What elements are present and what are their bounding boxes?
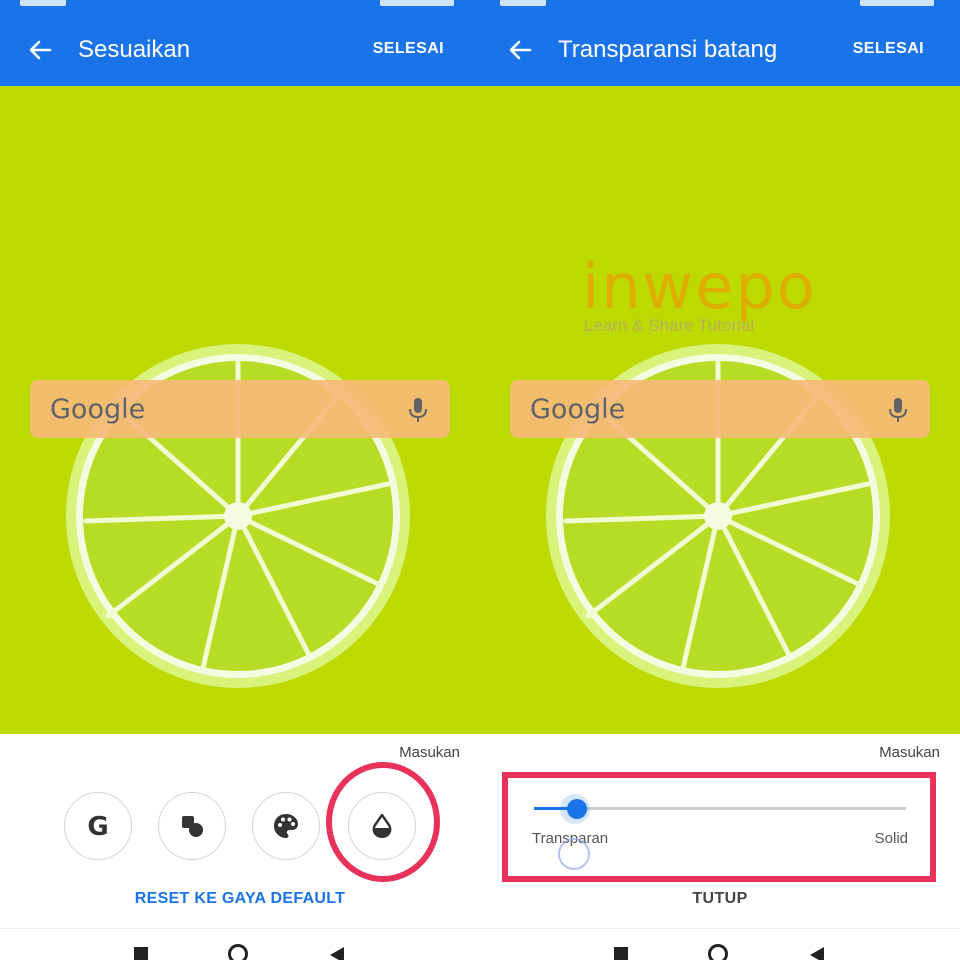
transparency-controls: Masukan Transparan Solid TUTUP (480, 734, 960, 928)
recents-button[interactable] (614, 947, 628, 960)
status-bar-fragment (500, 0, 546, 6)
lime-slice-image (66, 344, 410, 688)
done-button[interactable]: SELESAI (373, 40, 444, 58)
home-button[interactable] (708, 944, 728, 960)
page-title: Transparansi batang (558, 36, 778, 63)
status-bar-fragment (860, 0, 934, 6)
inwepo-watermark-logo: inwepo Learn & Share Tutorial (582, 250, 817, 336)
status-bar-fragment (380, 0, 454, 6)
feedback-link[interactable]: Masukan (399, 744, 460, 761)
status-bar-fragment (20, 0, 66, 6)
reset-default-button[interactable]: RESET KE GAYA DEFAULT (0, 890, 480, 908)
customization-options: Masukan G RESET KE GAYA DEFAULT (0, 734, 480, 928)
microphone-icon[interactable] (408, 396, 428, 424)
google-logo-option-button[interactable]: G (64, 792, 132, 860)
feedback-link[interactable]: Masukan (879, 744, 940, 761)
recents-button[interactable] (134, 947, 148, 960)
google-g-icon: G (87, 812, 108, 842)
highlight-annotation-box (502, 772, 936, 882)
home-button[interactable] (228, 944, 248, 960)
bar-transparency-screen: Transparansi batang SELESAI Google Masuk… (480, 0, 960, 960)
search-bar-widget[interactable]: Google (30, 380, 450, 438)
search-bar-widget[interactable]: Google (510, 380, 930, 438)
customize-screen: Sesuaikan SELESAI Google Masukan G RESET… (0, 0, 480, 960)
watermark-brand: inwepo (582, 250, 817, 323)
microphone-icon[interactable] (888, 396, 908, 424)
google-logo: Google (530, 394, 626, 425)
shapes-icon (182, 816, 203, 837)
back-nav-button[interactable] (330, 947, 344, 960)
watermark-tagline: Learn & Share Tutorial (584, 316, 755, 335)
app-bar: Sesuaikan SELESAI (0, 0, 480, 86)
svg-text:G: G (87, 812, 108, 842)
shape-option-button[interactable] (158, 792, 226, 860)
back-nav-button[interactable] (810, 947, 824, 960)
app-bar: Transparansi batang SELESAI (480, 0, 960, 86)
color-option-button[interactable] (252, 792, 320, 860)
back-arrow-icon[interactable] (506, 36, 534, 64)
palette-icon (274, 814, 298, 838)
system-navigation-bar (0, 928, 480, 960)
close-button[interactable]: TUTUP (480, 890, 960, 908)
wallpaper-preview: Google (0, 86, 480, 734)
system-navigation-bar (480, 928, 960, 960)
highlight-annotation-circle (326, 762, 440, 882)
page-title: Sesuaikan (78, 36, 191, 63)
done-button[interactable]: SELESAI (853, 40, 924, 58)
wallpaper-preview: Google (480, 86, 960, 734)
lime-slice-image (546, 344, 890, 688)
back-arrow-icon[interactable] (26, 36, 54, 64)
google-logo: Google (50, 394, 146, 425)
